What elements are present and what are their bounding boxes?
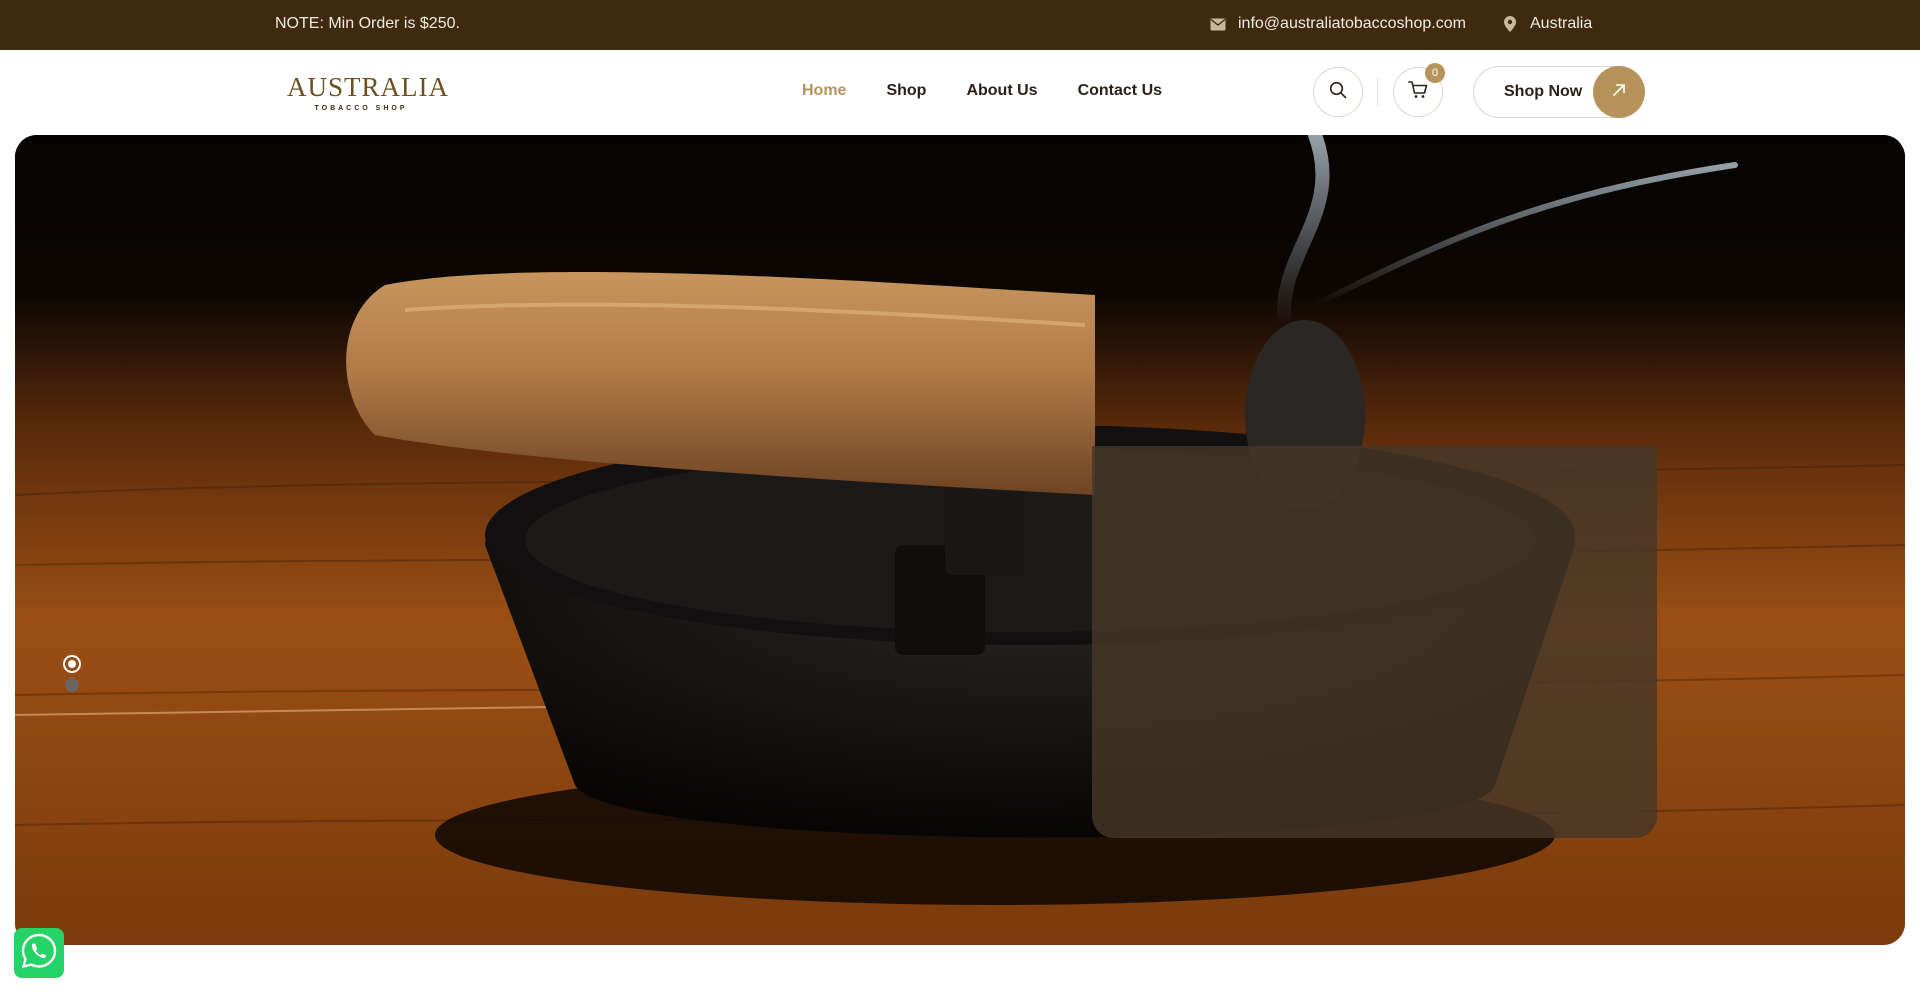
site-logo[interactable]: AUSTRALIA TOBACCO SHOP: [287, 72, 449, 113]
whatsapp-button[interactable]: [14, 928, 64, 978]
location-contact: Australia: [1504, 15, 1592, 33]
min-order-note: NOTE: Min Order is $250.: [275, 15, 460, 32]
email-contact[interactable]: info@australiatobaccoshop.com: [1210, 15, 1466, 33]
nav-item-home[interactable]: Home: [802, 82, 846, 100]
cart-count-badge: 0: [1425, 63, 1445, 83]
top-bar: NOTE: Min Order is $250. info@australiat…: [0, 0, 1920, 50]
envelope-icon: [1210, 18, 1226, 31]
site-header: AUSTRALIA TOBACCO SHOP Home Shop About U…: [0, 50, 1920, 134]
cart-icon: [1408, 80, 1428, 104]
main-nav: Home Shop About Us Contact Us: [802, 82, 1162, 100]
whatsapp-icon: [20, 932, 58, 975]
nav-item-about-us[interactable]: About Us: [966, 82, 1037, 100]
email-text[interactable]: info@australiatobaccoshop.com: [1238, 15, 1466, 33]
map-pin-icon: [1504, 16, 1516, 32]
hero-slider: [15, 135, 1905, 945]
nav-item-shop[interactable]: Shop: [886, 82, 926, 100]
header-divider: [1377, 78, 1378, 106]
nav-item-contact-us[interactable]: Contact Us: [1078, 82, 1162, 100]
slide-dot-2[interactable]: [65, 678, 79, 692]
shop-now-label: Shop Now: [1504, 83, 1583, 100]
slide-dot-1-active[interactable]: [63, 655, 81, 673]
logo-sub-text: TOBACCO SHOP: [314, 105, 408, 112]
search-button[interactable]: [1313, 67, 1363, 117]
hero-overlay-card: [1092, 446, 1657, 838]
location-text: Australia: [1530, 15, 1593, 32]
logo-main-text: AUSTRALIA: [287, 72, 449, 102]
shop-now-arrow-button[interactable]: [1593, 66, 1645, 118]
search-icon: [1329, 81, 1347, 104]
arrow-up-right-icon: [1611, 82, 1627, 103]
